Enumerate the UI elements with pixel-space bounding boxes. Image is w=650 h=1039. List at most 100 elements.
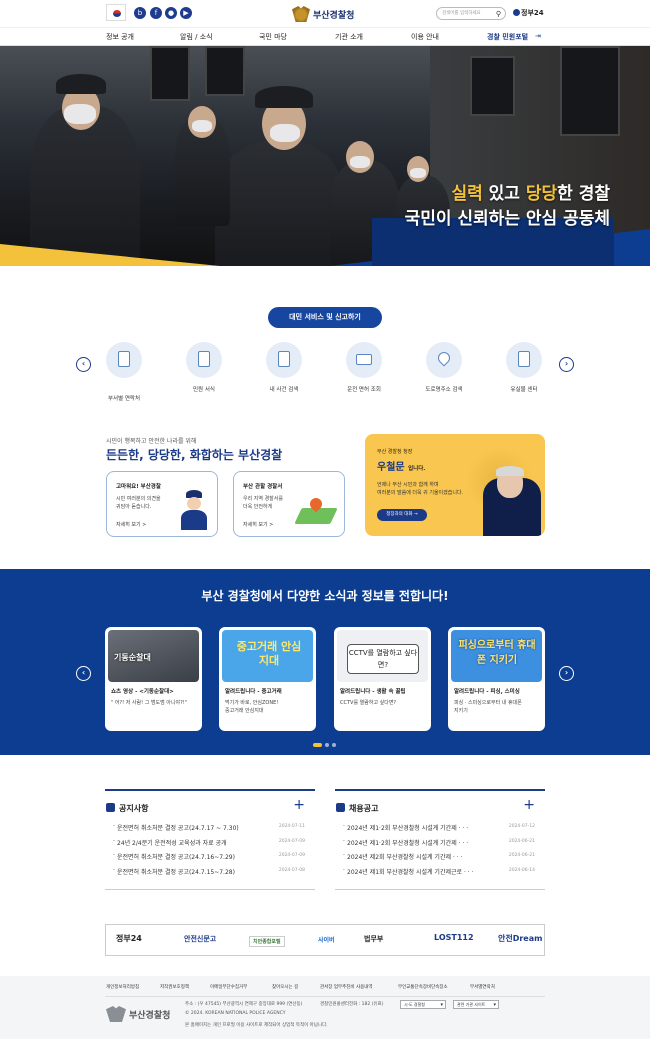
notice-item[interactable]: 24년 2/4분기 운전적성 교육성과 자료 공개 2024-07-09 <box>105 838 315 853</box>
service-forms[interactable]: 민원 서식 <box>174 342 234 393</box>
news-card[interactable]: 기동순찰대 쇼츠 영상 - <기동순찰대> " 어?! 저 사람! 그 범도범 … <box>105 627 202 731</box>
search-input[interactable]: 검색어를 입력하세요 ⚲ <box>436 7 506 20</box>
hero-officer <box>215 141 345 266</box>
footer-link[interactable]: 찾아오시는 길 <box>272 984 298 990</box>
slogan-word: 당당 <box>525 184 558 204</box>
footer-link[interactable]: 개인정보처리방침 <box>106 984 139 990</box>
hero-officer-mask <box>410 168 426 178</box>
services-prev-arrow[interactable]: ‹ <box>76 357 91 372</box>
services-title: 대민 서비스 및 신고하기 <box>268 307 382 328</box>
police-emblem-icon <box>106 1006 126 1022</box>
chief-name: 우철문 입니다. <box>377 458 425 473</box>
board-title: 채용공고 <box>349 804 379 813</box>
page-dot[interactable] <box>332 743 336 747</box>
banner-cyber[interactable]: 사이버 <box>318 935 335 944</box>
question-box-icon <box>506 342 542 378</box>
page-dot[interactable] <box>325 743 329 747</box>
hero-window <box>150 46 190 101</box>
notice-item[interactable]: 운전면허 취소처분 결정 공고(24.7.15~7.28) 2024-07-08 <box>105 867 315 882</box>
news-card-title: 알려드립니다 - 생활 속 꿀팁 <box>340 689 406 695</box>
nav-about[interactable]: 기관 소개 <box>335 32 363 42</box>
notice-item[interactable]: 운전면허 취소처분 결정 공고(24.7.16~7.29) 2024-07-09 <box>105 852 315 867</box>
service-dept-contact[interactable]: 부서별 연락처 <box>94 342 154 402</box>
recruit-item[interactable]: 2024년 제2회 부산경찰청 시설계 기간제 · · · 2024-06-21 <box>335 852 545 867</box>
slogan-line2: 국민이 신뢰하는 안심 공동체 <box>404 209 610 229</box>
megaphone-icon <box>106 803 115 812</box>
service-lost-found[interactable]: 유실물 센터 <box>494 342 554 393</box>
notice-date: 2024-07-11 <box>278 824 305 829</box>
footer-phone: 경찰민원콜센터전화 : 182 (유료) <box>320 1002 384 1007</box>
footer-link[interactable]: 관서장 업무추진비 사용내역 <box>320 984 373 990</box>
site-logo[interactable]: 부산경찰청 <box>292 5 354 23</box>
youtube-icon[interactable]: ▶ <box>180 7 192 19</box>
news-prev-arrow[interactable]: ‹ <box>76 666 91 681</box>
banner-police-portal[interactable]: 치안종합포털 <box>249 936 285 947</box>
related-sites-select[interactable]: 관련 기관 사이트 <box>453 1000 499 1009</box>
banner-justice[interactable]: 법무부 <box>364 934 383 944</box>
banner-safety-report[interactable]: 안전신문고 <box>184 934 216 944</box>
news-title: 부산 경찰청에서 다양한 소식과 정보를 전합니다! <box>201 589 449 603</box>
news-pagination <box>313 732 339 751</box>
stations-card[interactable]: 부산 관할 경찰서 우리 지역 경찰서를 더욱 안전하게 자세히 보기 > <box>233 471 345 537</box>
news-card-desc: " 어?! 저 사람! 그 범도범 아니야?!" <box>111 700 188 706</box>
hero-officer-cap <box>255 86 313 108</box>
police-agency-select[interactable]: 시·도 경찰청 <box>400 1000 446 1009</box>
news-card-title: 알려드립니다 - 중고거래 <box>225 689 282 695</box>
recruit-item[interactable]: 2024년 제1·2회 부산경찰청 시설계 기간제 · · · 2024-06-2… <box>335 838 545 853</box>
banner-safe-dream[interactable]: 안전Dream <box>498 933 542 944</box>
service-address-search[interactable]: 도로명주소 검색 <box>414 342 474 393</box>
services-next-arrow[interactable]: › <box>559 357 574 372</box>
nav-public[interactable]: 국민 마당 <box>259 32 287 42</box>
footer-link[interactable]: 이메일무단수집거부 <box>210 984 247 990</box>
footer-logo-text: 부산경찰청 <box>129 1010 171 1021</box>
divider <box>105 889 315 890</box>
more-plus-icon[interactable]: + <box>523 797 535 813</box>
facebook-icon[interactable]: f <box>150 7 162 19</box>
hero-officer-mask <box>64 104 96 124</box>
search-icon[interactable]: ⚲ <box>496 9 501 20</box>
service-label: 운전 면허 조회 <box>347 387 381 393</box>
nav-news[interactable]: 알림 / 소식 <box>180 32 213 42</box>
banner-gov24[interactable]: 정부24 <box>116 933 142 944</box>
thanks-card[interactable]: 고마워요! 부산경찰 시민 여러분의 의견을 귀담아 듣습니다. 자세히 보기 > <box>106 471 218 537</box>
footer-link[interactable]: 부서별연락처 <box>470 984 495 990</box>
nav-civil-portal[interactable]: 경찰 민원포털 <box>487 32 528 42</box>
nav-info[interactable]: 정보 공개 <box>106 32 134 42</box>
gov24-link[interactable]: 정부24 <box>513 8 544 18</box>
chief-name-suffix: 입니다. <box>408 466 426 472</box>
page-dot[interactable] <box>313 743 322 747</box>
notice-date: 2024-07-08 <box>278 867 305 873</box>
more-plus-icon[interactable]: + <box>293 797 305 813</box>
notice-item[interactable]: 운전면허 취소처분 결정 공고(24.7.17 ~ 7.30) 2024-07-1… <box>105 823 315 838</box>
notice-text: 24년 2/4분기 운전적성 교육성과 자료 공개 <box>117 839 227 847</box>
service-license-check[interactable]: 운전 면허 조회 <box>334 342 394 393</box>
news-thumbnail: 피싱으로부터 휴대폰 지키기 <box>451 630 542 682</box>
map-location-icon <box>294 495 338 528</box>
gov24-icon <box>513 9 520 16</box>
hero-window <box>470 56 515 116</box>
card-more-link[interactable]: 자세히 보기 > <box>243 521 273 528</box>
recruit-item[interactable]: 2024년 제1·2회 부산경찰청 시설계 기간제 · · · 2024-07-1… <box>335 823 545 838</box>
news-next-arrow[interactable]: › <box>559 666 574 681</box>
chief-talk-button[interactable]: 청장과의 대화 → <box>377 509 427 521</box>
hero-window <box>560 46 620 136</box>
banner-lost112[interactable]: LOST112 <box>434 933 474 942</box>
related-sites-banner: 정부24 안전신문고 치안종합포털 사이버 법무부 LOST112 안전Drea… <box>105 924 545 956</box>
news-card[interactable]: 중고거래 안심지대 알려드립니다 - 중고거래 먹기가 바로, 안심ZONE! 중… <box>219 627 316 731</box>
footer-link[interactable]: 저작권보호정책 <box>160 984 189 990</box>
news-card[interactable]: CCTV를 열람하고 싶다면? 알려드립니다 - 생활 속 꿀팁 CCTV를 열… <box>334 627 431 731</box>
footer-link[interactable]: 무인교통단속장비단속장소 <box>398 984 448 990</box>
news-section: 부산 경찰청에서 다양한 소식과 정보를 전합니다! ‹ › 기동순찰대 쇼츠 … <box>0 569 650 755</box>
nav-guide[interactable]: 이용 안내 <box>411 32 439 42</box>
talk-icon[interactable]: ● <box>165 7 177 19</box>
news-card-desc: 먹기가 바로, 안심ZONE! <box>225 700 279 706</box>
card-desc: 시민 여러분의 의견을 <box>116 496 161 502</box>
news-card[interactable]: 피싱으로부터 휴대폰 지키기 알려드립니다 - 피싱, 스미싱 피싱 · 스미싱… <box>448 627 545 731</box>
intro-subtitle: 시민이 행복하고 안전한 나라를 위해 <box>106 438 197 445</box>
recruit-item[interactable]: 2024년 제1회 부산경찰청 시설계 기간제근로 · · · 2024-06-1… <box>335 867 545 882</box>
service-case-search[interactable]: 내 사건 검색 <box>254 342 314 393</box>
news-thumbnail: CCTV를 열람하고 싶다면? <box>337 630 428 682</box>
notice-date: 2024-07-09 <box>278 853 305 858</box>
card-more-link[interactable]: 자세히 보기 > <box>116 521 146 528</box>
blog-icon[interactable]: b <box>134 7 146 19</box>
